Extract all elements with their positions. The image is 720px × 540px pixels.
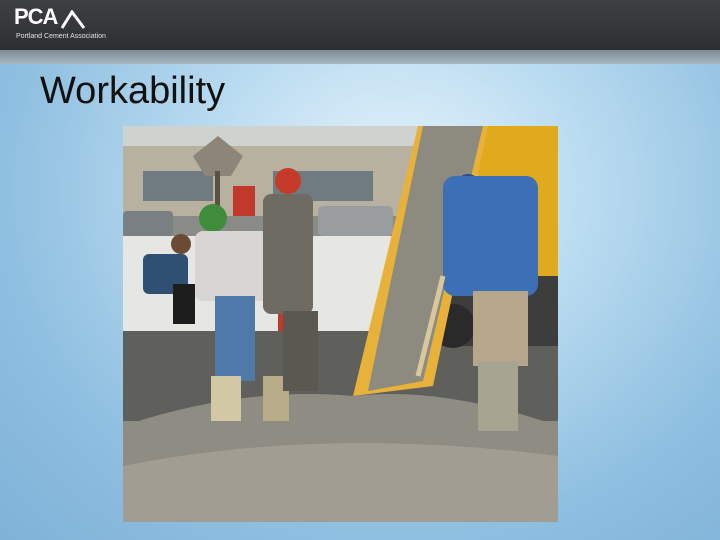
header-band xyxy=(0,50,720,64)
logo-text: PCA xyxy=(14,4,58,29)
logo-subtitle: Portland Cement Association xyxy=(16,33,106,40)
pca-logo: PCA Portland Cement Association xyxy=(14,4,124,44)
pca-logo-icon xyxy=(60,10,86,29)
concrete-pour-illustration xyxy=(123,126,558,522)
concrete-pour-photo xyxy=(123,126,558,522)
slide-title: Workability xyxy=(40,70,226,112)
header-bar: PCA Portland Cement Association xyxy=(0,0,720,50)
